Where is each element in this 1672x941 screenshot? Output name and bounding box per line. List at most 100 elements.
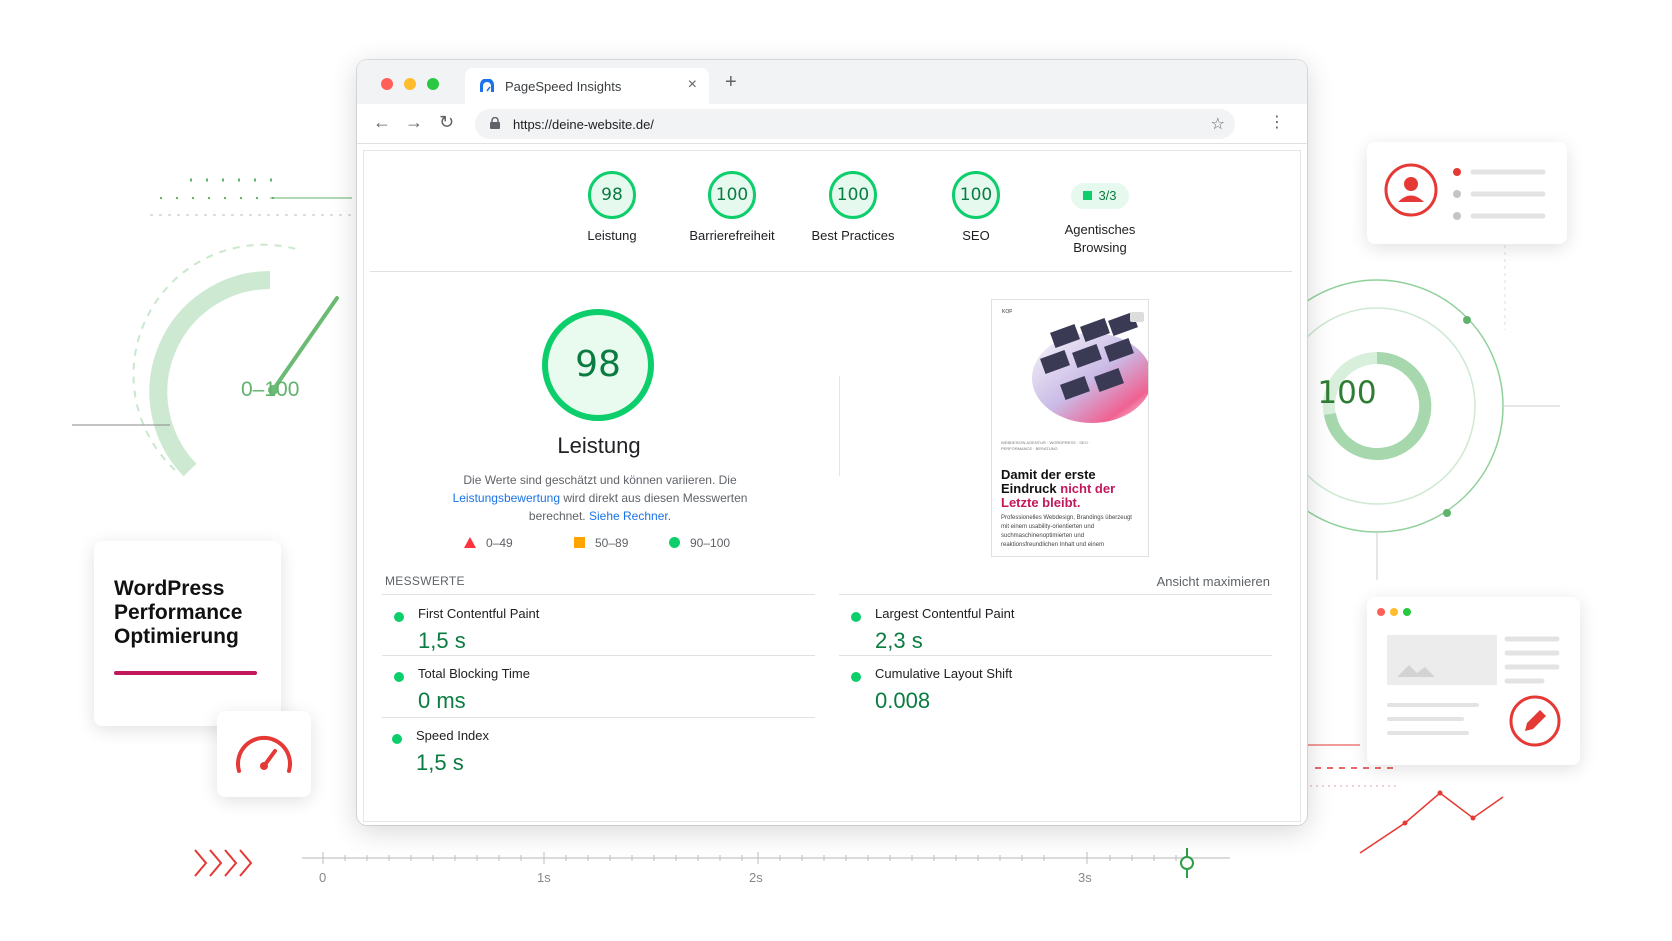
lock-icon bbox=[490, 117, 500, 129]
metric-fcp: First Contentful Paint 1,5 s bbox=[394, 606, 794, 660]
big-score-label: 100 bbox=[1317, 375, 1377, 411]
metric-value: 1,5 s bbox=[418, 628, 466, 653]
page-screenshot-thumbnail[interactable]: KOPF UND STIFT bbox=[991, 299, 1149, 557]
window-minimize-dot[interactable] bbox=[404, 78, 416, 90]
metric-name: First Contentful Paint bbox=[418, 606, 540, 621]
metrics-header: MESSWERTE bbox=[385, 574, 465, 588]
agentic-badge: 3/3 bbox=[1071, 183, 1129, 209]
metric-value: 0 ms bbox=[418, 688, 466, 713]
wp-performance-card: WordPress Performance Optimierung bbox=[94, 541, 281, 726]
score-agentic-browsing[interactable]: 3/3 Agentisches Browsing bbox=[1040, 171, 1160, 257]
thumbnail-subtitle: WEBDESIGN AGENTUR · WORDPRESS · SEO · PE… bbox=[1001, 440, 1091, 451]
badge-square-icon bbox=[1083, 191, 1093, 200]
thumbnail-hero-image bbox=[1012, 308, 1148, 428]
metric-status-dot bbox=[394, 672, 404, 682]
legend-pass-label: 90–100 bbox=[690, 536, 731, 550]
divider-vertical bbox=[839, 376, 840, 476]
score-performance[interactable]: 98 Leistung bbox=[557, 171, 667, 245]
editor-mockup bbox=[1377, 608, 1561, 747]
timeline-label-0: 0 bbox=[319, 870, 327, 885]
metrics-divider bbox=[839, 594, 1272, 595]
performance-description: Die Werte sind geschätzt und können vari… bbox=[434, 471, 766, 525]
divider bbox=[370, 271, 1292, 272]
scoring-link[interactable]: Leistungsbewertung bbox=[453, 491, 560, 505]
timeline-label-3s: 3s bbox=[1078, 870, 1092, 885]
legend-average-label: 50–89 bbox=[595, 536, 629, 550]
more-icon[interactable]: ⋮ bbox=[1269, 112, 1285, 132]
metric-cls: Cumulative Layout Shift 0.008 bbox=[851, 666, 1251, 720]
metric-status-dot bbox=[394, 612, 404, 622]
score-label: Barrierefreiheit bbox=[689, 228, 775, 243]
desc-end: . bbox=[667, 509, 672, 523]
window-maximize-dot[interactable] bbox=[427, 78, 439, 90]
pencil-icon bbox=[1509, 695, 1561, 747]
new-tab-button[interactable]: + bbox=[725, 71, 737, 94]
score-label: SEO bbox=[962, 228, 990, 243]
legend-fail-label: 0–49 bbox=[486, 536, 513, 550]
wp-card-underline bbox=[114, 671, 257, 675]
tab-pagespeed[interactable]: PageSpeed Insights × bbox=[465, 68, 709, 104]
thumbnail-headline: Damit der erste Eindruck nicht der Letzt… bbox=[1001, 468, 1146, 510]
metric-name: Total Blocking Time bbox=[418, 666, 530, 681]
metric-tbt: Total Blocking Time 0 ms bbox=[394, 666, 794, 720]
timeline-label-1s: 1s bbox=[537, 870, 551, 885]
speedometer-icon bbox=[236, 735, 292, 773]
speedometer-card bbox=[217, 711, 311, 797]
thumbnail-body: Professionelles Webdesign, Brandings übe… bbox=[1001, 515, 1132, 548]
score-best-practices[interactable]: 100 Best Practices bbox=[798, 171, 908, 245]
metric-value: 0.008 bbox=[875, 688, 931, 713]
star-icon[interactable]: ☆ bbox=[1211, 114, 1225, 134]
performance-score-ring: 98 bbox=[542, 309, 654, 421]
legend-pass: 90–100 bbox=[669, 536, 730, 550]
triangle-icon bbox=[464, 537, 476, 548]
tab-title: PageSpeed Insights bbox=[505, 79, 622, 94]
calculator-link[interactable]: Siehe Rechner bbox=[589, 509, 668, 523]
tab-close-button[interactable]: × bbox=[688, 76, 697, 94]
metric-name: Speed Index bbox=[416, 728, 490, 743]
metric-lcp: Largest Contentful Paint 2,3 s bbox=[851, 606, 1251, 660]
score-label: Leistung bbox=[587, 228, 637, 243]
wp-card-title: WordPress Performance Optimierung bbox=[114, 577, 243, 648]
editor-card bbox=[1367, 597, 1580, 765]
pagespeed-icon bbox=[480, 79, 494, 92]
metric-status-dot bbox=[392, 734, 402, 744]
score-ring: 98 bbox=[588, 171, 636, 219]
desc-text-1: Die Werte sind geschätzt und können vari… bbox=[463, 473, 737, 487]
metric-value: 1,5 s bbox=[416, 750, 464, 775]
score-seo[interactable]: 100 SEO bbox=[921, 171, 1031, 245]
agentic-badge-value: 3/3 bbox=[1098, 188, 1117, 203]
browser-window: PageSpeed Insights × + ← → ↻ https://dei… bbox=[357, 60, 1307, 825]
url-text: https://deine-website.de/ bbox=[513, 117, 654, 132]
expand-view-button[interactable]: Ansicht maximieren bbox=[1157, 574, 1270, 589]
user-icon bbox=[1384, 163, 1546, 220]
window-close-dot[interactable] bbox=[381, 78, 393, 90]
score-ring: 100 bbox=[708, 171, 756, 219]
metrics-divider bbox=[382, 717, 815, 718]
agentic-label: Agentisches Browsing bbox=[1064, 222, 1136, 255]
tab-bar: PageSpeed Insights × + bbox=[357, 60, 1307, 104]
user-card bbox=[1367, 142, 1567, 244]
page-content: 98 Leistung 100 Barrierefreiheit 100 Bes… bbox=[363, 150, 1301, 822]
chevrons-icon bbox=[194, 849, 253, 877]
forward-button[interactable]: → bbox=[405, 112, 423, 133]
metrics-divider bbox=[382, 655, 815, 656]
metrics-divider bbox=[382, 594, 815, 595]
legend-fail: 0–49 bbox=[464, 536, 513, 550]
address-bar[interactable]: https://deine-website.de/ ☆ bbox=[475, 109, 1235, 139]
circle-icon bbox=[669, 537, 680, 548]
metrics-divider bbox=[839, 655, 1272, 656]
back-button[interactable]: ← bbox=[373, 112, 391, 133]
metric-value: 2,3 s bbox=[875, 628, 923, 653]
metric-name: Largest Contentful Paint bbox=[875, 606, 1015, 621]
timeline-label-2s: 2s bbox=[749, 870, 763, 885]
score-ring: 100 bbox=[952, 171, 1000, 219]
square-icon bbox=[574, 537, 585, 548]
reload-button[interactable]: ↻ bbox=[439, 112, 454, 133]
score-ring: 100 bbox=[829, 171, 877, 219]
metric-status-dot bbox=[851, 612, 861, 622]
score-accessibility[interactable]: 100 Barrierefreiheit bbox=[677, 171, 787, 245]
legend-average: 50–89 bbox=[574, 536, 628, 550]
gauge-range-label: 0–100 bbox=[241, 378, 300, 401]
metric-speed-index: Speed Index 1,5 s bbox=[392, 728, 792, 782]
performance-title: Leistung bbox=[557, 433, 641, 458]
